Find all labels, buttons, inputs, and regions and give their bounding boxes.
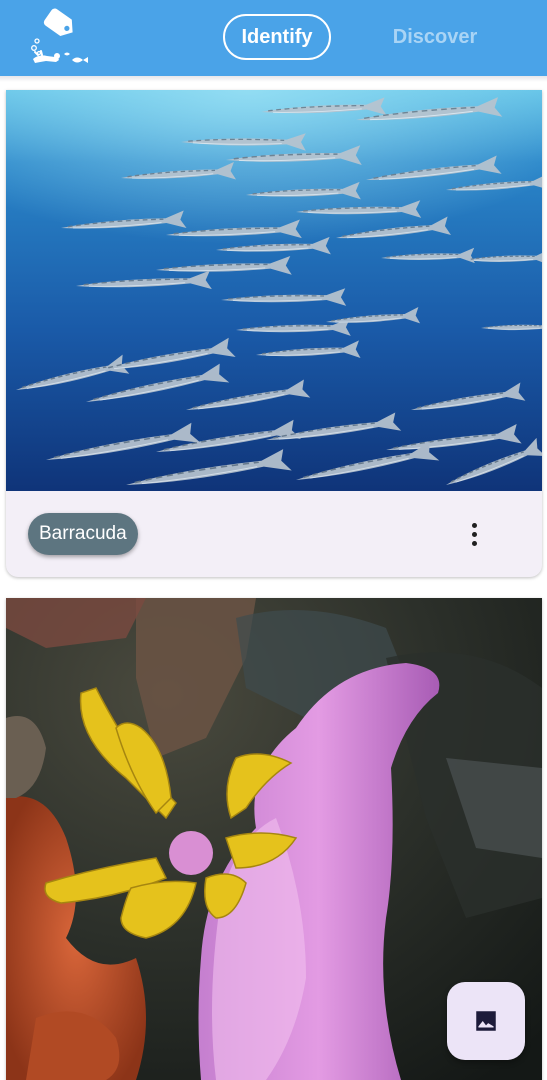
app-bar-shadow: [0, 76, 547, 82]
diver-tag-logo-icon: [31, 8, 88, 63]
tab-discover[interactable]: Discover: [383, 14, 487, 60]
more-vert-icon[interactable]: [462, 516, 486, 552]
app-bar: Identify Discover: [0, 0, 547, 76]
species-label-chip[interactable]: Barracuda: [28, 513, 138, 555]
app-root: Identify Discover Barracuda: [0, 0, 547, 1080]
tab-identify[interactable]: Identify: [223, 14, 331, 60]
pick-image-button[interactable]: [447, 982, 525, 1060]
barracuda-school-photo[interactable]: [6, 90, 542, 491]
image-icon: [476, 1011, 496, 1031]
identification-card: Barracuda: [6, 90, 542, 577]
